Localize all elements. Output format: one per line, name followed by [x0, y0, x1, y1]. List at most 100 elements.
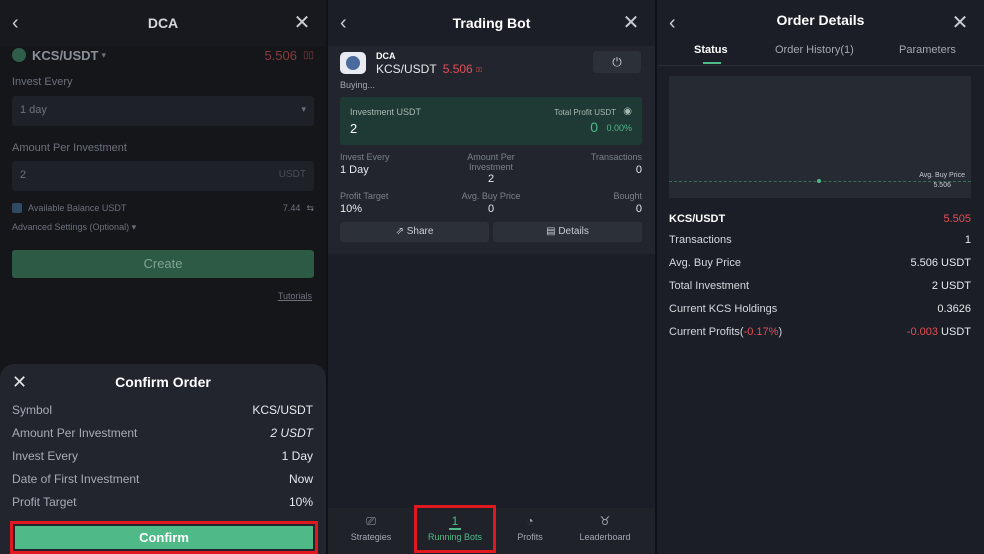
total-profit-pct: 0.00%: [606, 123, 632, 133]
close-icon[interactable]: ✕: [950, 12, 970, 34]
eye-icon[interactable]: ◉: [623, 106, 632, 117]
tutorials-link[interactable]: Tutorials: [278, 291, 312, 301]
subtab-status[interactable]: Status: [694, 44, 728, 56]
tab-leaderboard[interactable]: ♉ Leaderboard: [568, 508, 642, 554]
active-tab-indicator: [703, 62, 721, 64]
invest-every-label: Invest Every: [12, 76, 73, 88]
share-button[interactable]: ⇗ Share: [340, 222, 489, 242]
details-button[interactable]: ▤ Details: [493, 222, 642, 242]
leaderboard-icon: ♉: [599, 514, 611, 528]
coin-logo-icon: [12, 48, 26, 62]
row-label: Current KCS Holdings: [669, 303, 778, 315]
close-icon[interactable]: ✕: [292, 12, 312, 34]
detail-row-transactions: Transactions 1: [669, 231, 971, 249]
amount-input[interactable]: 2 USDT: [12, 161, 314, 191]
profit-target-label: Profit Target: [340, 191, 389, 201]
dca-panel: ‹ DCA ✕ KCS/USDT ▾ 5.506 ▯▯ Invest Every…: [0, 0, 326, 554]
wallet-icon: [12, 203, 22, 213]
detail-row-current-profits: Current Profits(-0.17%) -0.003 USDT: [669, 323, 971, 341]
page-title: Trading Bot: [452, 15, 531, 31]
pair-label: KCS/USDT: [669, 213, 726, 225]
row-label: Current Profits(-0.17%): [669, 326, 783, 338]
order-subtabs: Status Order History(1) Parameters: [657, 40, 984, 64]
row-value: Now: [288, 472, 313, 486]
amount-label: Amount Per Investment: [12, 142, 127, 154]
row-label: Symbol: [12, 403, 53, 417]
pair-row[interactable]: KCS/USDT ▾ 5.506 ▯▯: [12, 46, 314, 64]
trading-bot-panel: ‹ Trading Bot ✕ DCA KCS/USDT 5.506 ▯▯ ⏻ …: [328, 0, 655, 554]
back-arrow-icon[interactable]: ‹: [340, 12, 360, 34]
close-icon[interactable]: ✕: [621, 12, 641, 34]
row-value: KCS/USDT: [252, 403, 313, 417]
create-button[interactable]: Create: [12, 250, 314, 278]
dca-bot-icon: [340, 52, 366, 74]
invest-every-select[interactable]: 1 day ▾: [12, 96, 314, 126]
investment-box: Investment USDT 2 Total Profit USDT ◉ 0 …: [340, 97, 642, 145]
total-profit-label: Total Profit USDT: [554, 108, 616, 117]
power-icon: ⏻: [612, 55, 622, 69]
share-label: Share: [406, 226, 434, 237]
amount-unit: USDT: [278, 169, 306, 180]
dca-header: ‹ DCA ✕: [0, 0, 326, 46]
confirm-button[interactable]: Confirm: [15, 526, 313, 549]
back-arrow-icon[interactable]: ‹: [669, 12, 689, 34]
row-label: Amount Per Investment: [12, 426, 138, 440]
row-value: 2 USDT: [931, 280, 971, 292]
trading-bot-header: ‹ Trading Bot ✕: [328, 0, 655, 46]
unit-label: USDT: [938, 326, 971, 338]
share-icon: ⇗: [395, 226, 407, 237]
row-value: 1: [964, 234, 971, 246]
bot-pair: KCS/USDT: [376, 62, 437, 76]
transactions-label: Transactions: [590, 152, 642, 162]
chart-label: Avg. Buy Price: [919, 172, 965, 179]
confirm-row-symbol: Symbol KCS/USDT: [12, 401, 313, 419]
kline-icon: ▯▯: [475, 66, 483, 73]
page-title: Order Details: [776, 12, 865, 28]
subtab-order-history[interactable]: Order History(1): [775, 44, 854, 56]
chevron-down-icon: ▾: [101, 49, 106, 60]
available-balance-row: Available Balance USDT 7.44 ⇆: [12, 201, 314, 215]
transfer-icon[interactable]: ⇆: [306, 203, 314, 214]
row-value: 5.506 USDT: [910, 257, 971, 269]
subtab-parameters[interactable]: Parameters: [899, 44, 956, 56]
avg-price-dot: [817, 179, 821, 183]
stop-bot-button[interactable]: ⏻: [593, 51, 641, 73]
chevron-down-icon: ▾: [131, 222, 137, 232]
pair-price: 5.505: [943, 213, 971, 225]
details-label: Details: [558, 226, 589, 237]
amount-value: 2: [20, 169, 27, 181]
bought-value: 0: [635, 203, 642, 215]
back-arrow-icon[interactable]: ‹: [12, 12, 32, 34]
advanced-settings-toggle[interactable]: Advanced Settings (Optional) ▾: [12, 222, 314, 233]
kline-icon[interactable]: ▯▯: [303, 50, 314, 61]
investment-label: Investment USDT: [350, 107, 422, 117]
tab-strategies[interactable]: ⎚ Strategies: [338, 508, 404, 554]
pair-selector[interactable]: KCS/USDT: [32, 48, 98, 63]
sheet-title: Confirm Order: [115, 374, 211, 390]
avg-buy-label: Avg. Buy Price: [461, 191, 521, 201]
tab-profits[interactable]: ◔ Profits: [500, 508, 560, 554]
row-label: Avg. Buy Price: [669, 257, 741, 269]
detail-row-avg-buy: Avg. Buy Price 5.506 USDT: [669, 254, 971, 272]
advanced-label: Advanced Settings (Optional): [12, 222, 130, 232]
subtab-divider: [657, 65, 984, 66]
row-value: 10%: [288, 495, 313, 509]
detail-row-holdings: Current KCS Holdings 0.3626: [669, 300, 971, 318]
pair-row: KCS/USDT 5.505: [669, 210, 971, 228]
profit-target-value: 10%: [340, 203, 363, 215]
amount-per-value: 2: [487, 173, 495, 185]
confirm-highlight: Confirm: [10, 521, 318, 554]
confirm-row-first-date: Date of First Investment Now: [12, 470, 313, 488]
tab-label: Leaderboard: [579, 532, 631, 542]
row-label: Date of First Investment: [12, 472, 140, 486]
row-value: -0.003 USDT: [907, 326, 971, 338]
bought-label: Bought: [613, 191, 642, 201]
invest-every-value: 1 Day: [340, 164, 369, 176]
pair-price: 5.506: [264, 47, 297, 63]
bot-status: Buying...: [340, 80, 376, 90]
confirm-row-profit-target: Profit Target 10%: [12, 493, 313, 511]
row-value: 1 Day: [281, 449, 313, 463]
bot-price: 5.506: [442, 62, 473, 76]
bot-pair-row: KCS/USDT 5.506 ▯▯: [376, 62, 482, 76]
investment-value: 2: [350, 121, 358, 136]
